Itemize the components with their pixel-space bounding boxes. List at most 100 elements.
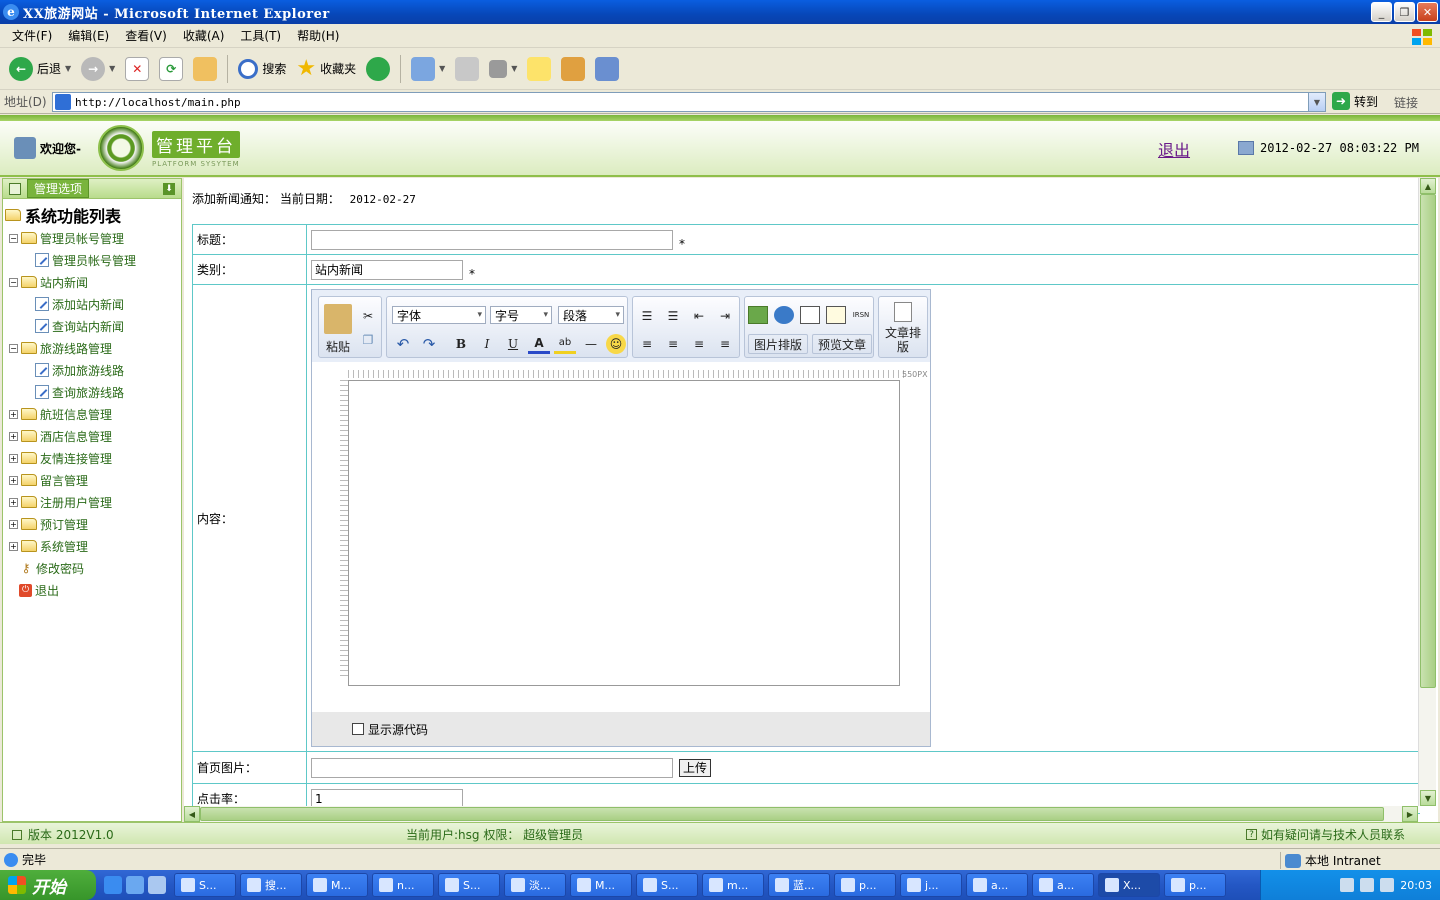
taskbar-task[interactable]: S... bbox=[174, 873, 236, 897]
sidebar-item[interactable]: + 注册用户管理 bbox=[3, 491, 181, 513]
show-source-checkbox[interactable] bbox=[352, 723, 364, 735]
highlight-icon[interactable]: ab bbox=[554, 334, 576, 354]
font-color-icon[interactable]: A bbox=[528, 334, 550, 354]
collapse-icon[interactable]: − bbox=[9, 343, 18, 353]
scroll-thumb[interactable] bbox=[1420, 194, 1436, 688]
size-select[interactable]: 字号 bbox=[490, 306, 552, 324]
tray-icon[interactable] bbox=[1360, 878, 1375, 892]
title-input[interactable] bbox=[311, 229, 673, 250]
taskbar-task[interactable]: j... bbox=[900, 873, 962, 897]
font-select[interactable]: 字体 bbox=[392, 306, 486, 324]
taskbar-task[interactable]: 淡... bbox=[504, 873, 566, 897]
outdent-icon[interactable]: ⇤ bbox=[688, 306, 710, 326]
sidebar-item[interactable]: 查询旅游线路 bbox=[3, 381, 181, 403]
expand-icon[interactable]: + bbox=[9, 431, 18, 441]
image-layout-button[interactable]: 图片排版 bbox=[748, 334, 808, 354]
paste-button[interactable]: 粘贴 bbox=[324, 338, 352, 354]
underline-icon[interactable]: U bbox=[502, 334, 524, 354]
expand-icon[interactable]: + bbox=[9, 475, 18, 485]
scroll-thumb[interactable] bbox=[200, 807, 1384, 821]
taskbar-task[interactable]: S... bbox=[636, 873, 698, 897]
chevron-down-icon[interactable]: ▼ bbox=[439, 64, 445, 73]
desktop-icon[interactable] bbox=[126, 876, 144, 894]
media-icon[interactable] bbox=[148, 876, 166, 894]
menu-favorites[interactable]: 收藏(A) bbox=[175, 27, 233, 44]
sidebar-item[interactable]: 管理员帐号管理 bbox=[3, 249, 181, 271]
redo-icon[interactable]: ↷ bbox=[418, 334, 440, 354]
logout-link[interactable]: 退出 bbox=[1158, 137, 1190, 161]
research-button[interactable] bbox=[558, 53, 588, 85]
chevron-down-icon[interactable]: ▼ bbox=[109, 64, 115, 73]
expand-icon[interactable]: + bbox=[9, 453, 18, 463]
insert-link-icon[interactable] bbox=[774, 306, 794, 324]
collapse-arrow-icon[interactable]: ⬇ bbox=[163, 182, 175, 195]
sidebar-item[interactable]: − 管理员帐号管理 bbox=[3, 227, 181, 249]
expand-icon[interactable]: + bbox=[9, 497, 18, 507]
collapse-icon[interactable]: − bbox=[9, 277, 18, 287]
scroll-down-icon[interactable]: ▼ bbox=[1420, 790, 1436, 806]
align-right-icon[interactable]: ≡ bbox=[688, 334, 710, 354]
taskbar-task[interactable]: p... bbox=[834, 873, 896, 897]
history-button[interactable] bbox=[363, 53, 393, 85]
sidebar-item[interactable]: − 站内新闻 bbox=[3, 271, 181, 293]
insert-image-icon[interactable] bbox=[748, 306, 768, 324]
emoticon-icon[interactable]: ☺ bbox=[606, 334, 626, 354]
restore-button[interactable]: ❐ bbox=[1394, 2, 1415, 22]
preview-button[interactable]: 预览文章 bbox=[812, 334, 872, 354]
refresh-button[interactable]: ⟳ bbox=[156, 53, 186, 85]
indent-icon[interactable]: ⇥ bbox=[714, 306, 736, 326]
taskbar-task[interactable]: X... bbox=[1098, 873, 1160, 897]
taskbar-task[interactable]: a... bbox=[966, 873, 1028, 897]
align-left-icon[interactable]: ≡ bbox=[636, 334, 658, 354]
sidebar-item[interactable]: 添加旅游线路 bbox=[3, 359, 181, 381]
copy-icon[interactable]: ❐ bbox=[360, 332, 376, 348]
upload-button[interactable]: 上传 bbox=[679, 758, 712, 777]
article-layout-button[interactable]: 文章排版 bbox=[882, 326, 924, 354]
editor-page[interactable] bbox=[348, 380, 900, 686]
insert-table-icon[interactable] bbox=[800, 306, 820, 324]
ordered-list-icon[interactable]: ☰ bbox=[636, 306, 658, 326]
tray-icon[interactable] bbox=[1380, 878, 1395, 892]
italic-icon[interactable]: I bbox=[476, 334, 498, 354]
taskbar-task[interactable]: n... bbox=[372, 873, 434, 897]
search-button[interactable]: 搜索 bbox=[235, 53, 289, 85]
sidebar-item[interactable]: + 系统管理 bbox=[3, 535, 181, 557]
menu-tools[interactable]: 工具(T) bbox=[232, 27, 289, 44]
expand-icon[interactable]: + bbox=[9, 409, 18, 419]
sidebar-item[interactable]: 添加站内新闻 bbox=[3, 293, 181, 315]
category-input[interactable] bbox=[311, 259, 463, 280]
sidebar-item[interactable]: − 旅游线路管理 bbox=[3, 337, 181, 359]
messenger-button[interactable] bbox=[592, 53, 622, 85]
edit-button[interactable]: ▼ bbox=[486, 53, 520, 85]
expand-icon[interactable]: + bbox=[9, 519, 18, 529]
home-button[interactable] bbox=[190, 53, 220, 85]
sidebar-item[interactable]: + 酒店信息管理 bbox=[3, 425, 181, 447]
paste-icon[interactable] bbox=[324, 304, 352, 334]
editor-area[interactable]: 550PX bbox=[312, 362, 930, 712]
taskbar-task[interactable]: m... bbox=[702, 873, 764, 897]
ie-quicklaunch-icon[interactable] bbox=[104, 876, 122, 894]
taskbar-task[interactable]: M... bbox=[306, 873, 368, 897]
vertical-scrollbar[interactable]: ▲ ▼ bbox=[1418, 178, 1436, 806]
tray-icon[interactable] bbox=[1340, 878, 1355, 892]
print-button[interactable] bbox=[452, 53, 482, 85]
bold-icon[interactable]: B bbox=[450, 334, 472, 354]
scroll-left-icon[interactable]: ◀ bbox=[184, 806, 200, 822]
go-button[interactable]: ➜ 转到 bbox=[1332, 92, 1378, 110]
start-button[interactable]: 开始 bbox=[0, 870, 96, 900]
taskbar-task[interactable]: M... bbox=[570, 873, 632, 897]
chevron-down-icon[interactable]: ▼ bbox=[65, 64, 71, 73]
cut-icon[interactable]: ✂ bbox=[360, 308, 376, 324]
note-button[interactable] bbox=[524, 53, 554, 85]
back-button[interactable]: ← 后退 ▼ bbox=[6, 53, 74, 85]
mail-button[interactable]: ▼ bbox=[408, 53, 448, 85]
image-input[interactable] bbox=[311, 757, 673, 778]
expand-icon[interactable]: + bbox=[9, 541, 18, 551]
sidebar-item[interactable]: + 预订管理 bbox=[3, 513, 181, 535]
menu-file[interactable]: 文件(F) bbox=[4, 27, 60, 44]
forward-button[interactable]: → ▼ bbox=[78, 53, 118, 85]
horizontal-rule-icon[interactable]: — bbox=[580, 334, 602, 354]
insert-note-icon[interactable] bbox=[826, 306, 846, 324]
menu-edit[interactable]: 编辑(E) bbox=[60, 27, 117, 44]
align-center-icon[interactable]: ≡ bbox=[662, 334, 684, 354]
